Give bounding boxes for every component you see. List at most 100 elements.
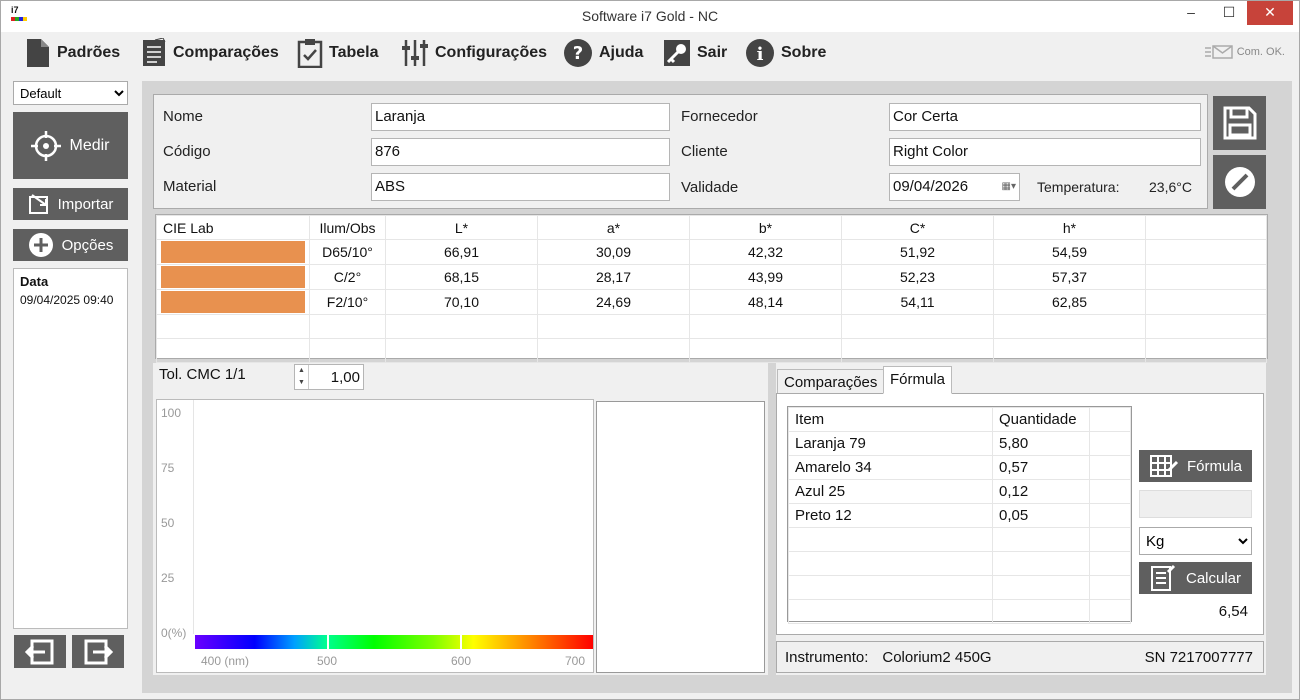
instrument-label: Instrumento: bbox=[785, 648, 869, 666]
toolbar-padroes[interactable]: Padrões bbox=[25, 38, 120, 68]
key-icon bbox=[664, 40, 690, 66]
y-axis-line bbox=[193, 400, 194, 634]
tab-formula[interactable]: Fórmula bbox=[883, 366, 953, 394]
toolbar-padroes-label: Padrões bbox=[57, 44, 121, 61]
previous-button[interactable] bbox=[14, 635, 66, 668]
options-button[interactable]: Opções bbox=[13, 229, 128, 261]
table-cell: 54,59 bbox=[993, 239, 1146, 265]
y-tick: 75 bbox=[161, 461, 175, 475]
instrument-name: Colorium2 450G bbox=[882, 648, 992, 666]
options-label: Opções bbox=[61, 236, 114, 254]
app-window: i7 Software i7 Gold - NC – ☐ ✕ Padrões C… bbox=[0, 0, 1300, 700]
envelope-icon bbox=[1204, 45, 1233, 59]
svg-text:?: ? bbox=[573, 43, 583, 64]
table-cell: 51,92 bbox=[841, 239, 994, 265]
formula-button-label: Fórmula bbox=[1186, 457, 1242, 475]
table-row-empty bbox=[788, 527, 1131, 552]
table-cell: 42,32 bbox=[689, 239, 842, 265]
spectrum-panel: Tol. CMC 1/1 ▲ ▼ 1,00 100 75 50 25 0(%) 4… bbox=[153, 363, 768, 675]
help-icon: ? bbox=[564, 39, 592, 67]
toolbar-configuracoes-label: Configurações bbox=[435, 44, 548, 61]
formula-tab-panel: Item Quantidade Laranja 79 5,80 Amarelo 34… bbox=[776, 393, 1264, 635]
measurement-list-item[interactable]: 09/04/2025 09:40 bbox=[20, 293, 121, 307]
table-row[interactable]: Amarelo 34 0,57 bbox=[788, 455, 1131, 480]
checklist-icon bbox=[143, 38, 166, 66]
arrow-right-icon bbox=[84, 639, 114, 664]
table-row[interactable]: D65/10° 66,91 30,09 42,32 51,92 54,59 bbox=[156, 239, 1267, 265]
table-row[interactable]: F2/10° 70,10 24,69 48,14 54,11 62,85 bbox=[156, 289, 1267, 315]
toolbar-sobre-label: Sobre bbox=[781, 44, 827, 61]
import-button[interactable]: Importar bbox=[13, 188, 128, 220]
table-cell: D65/10° bbox=[309, 239, 386, 265]
calendar-icon[interactable]: ▦▾ bbox=[1002, 178, 1016, 196]
maximize-button[interactable]: ☐ bbox=[1213, 1, 1245, 25]
table-cell: 68,15 bbox=[385, 264, 538, 290]
lab-header: C* bbox=[841, 215, 994, 240]
measurement-list: Data 09/04/2025 09:40 bbox=[13, 268, 128, 629]
toolbar-configuracoes[interactable]: Configurações bbox=[401, 38, 547, 68]
formula-item: Azul 25 bbox=[788, 479, 993, 504]
formula-item: Preto 12 bbox=[788, 503, 993, 528]
formula-button[interactable]: Fórmula bbox=[1139, 450, 1252, 482]
client-label: Cliente bbox=[681, 143, 728, 160]
formula-result-field[interactable] bbox=[1139, 490, 1252, 518]
temperature-label: Temperatura: bbox=[1037, 179, 1120, 195]
close-button[interactable]: ✕ bbox=[1247, 1, 1293, 25]
tolerance-value: 1,00 bbox=[330, 368, 360, 386]
toolbar-tabela[interactable]: Tabela bbox=[297, 38, 379, 68]
import-icon bbox=[28, 194, 48, 214]
toolbar-sobre[interactable]: i Sobre bbox=[745, 38, 826, 68]
next-button[interactable] bbox=[72, 635, 124, 668]
toolbar-comparacoes[interactable]: Comparações bbox=[141, 38, 279, 68]
x-tick: 500 bbox=[317, 654, 338, 668]
validity-value: 09/04/2026 bbox=[893, 178, 969, 195]
measurement-list-header: Data bbox=[20, 274, 49, 289]
table-cell: 52,23 bbox=[841, 264, 994, 290]
toolbar-sair[interactable]: Sair bbox=[663, 38, 727, 68]
formula-qty: 5,80 bbox=[992, 431, 1090, 456]
toolbar-ajuda[interactable]: ? Ajuda bbox=[563, 38, 643, 68]
table-row-empty bbox=[156, 338, 1267, 363]
connection-status-text: Com. OK. bbox=[1236, 46, 1285, 58]
edit-button[interactable] bbox=[1213, 155, 1266, 209]
table-row[interactable]: C/2° 68,15 28,17 43,99 52,23 57,37 bbox=[156, 264, 1267, 290]
validity-date-picker[interactable]: 09/04/2026 ▦▾ bbox=[889, 173, 1020, 201]
table-row[interactable]: Preto 12 0,05 bbox=[788, 503, 1131, 528]
toolbar-comparacoes-label: Comparações bbox=[173, 44, 279, 61]
measure-label: Medir bbox=[69, 136, 110, 154]
spinner-arrows-icon[interactable]: ▲ ▼ bbox=[295, 365, 309, 389]
calculate-button[interactable]: Calcular bbox=[1139, 562, 1252, 594]
spectrum-bar bbox=[195, 635, 593, 649]
tab-comparacoes[interactable]: Comparações bbox=[777, 369, 885, 395]
supplier-field[interactable]: Cor Certa bbox=[889, 103, 1201, 131]
code-field[interactable]: 876 bbox=[371, 138, 670, 166]
import-label: Importar bbox=[57, 195, 114, 213]
info-icon: i bbox=[746, 39, 774, 67]
table-row[interactable]: Azul 25 0,12 bbox=[788, 479, 1131, 504]
lab-header: b* bbox=[689, 215, 842, 240]
unit-select[interactable]: Kg bbox=[1139, 527, 1252, 555]
measure-button[interactable]: Medir bbox=[13, 112, 128, 179]
grid-edit-icon bbox=[1149, 455, 1179, 477]
formula-item: Laranja 79 bbox=[788, 431, 993, 456]
name-field[interactable]: Laranja bbox=[371, 103, 670, 131]
table-row[interactable]: Laranja 79 5,80 bbox=[788, 431, 1131, 456]
instrument-serial: SN 7217007777 bbox=[1144, 648, 1253, 666]
save-button[interactable] bbox=[1213, 96, 1266, 150]
table-cell: 62,85 bbox=[993, 289, 1146, 315]
document-icon bbox=[27, 39, 49, 67]
minimize-button[interactable]: – bbox=[1175, 1, 1207, 25]
lab-header: h* bbox=[993, 215, 1146, 240]
client-field[interactable]: Right Color bbox=[889, 138, 1201, 166]
connection-status: Com. OK. bbox=[1204, 45, 1285, 59]
tolerance-spinner[interactable]: ▲ ▼ 1,00 bbox=[294, 364, 364, 390]
calculate-button-label: Calcular bbox=[1185, 569, 1242, 587]
table-cell: 70,10 bbox=[385, 289, 538, 315]
table-cell: 24,69 bbox=[537, 289, 690, 315]
main-content: Nome Laranja Código 876 Material ABS For… bbox=[142, 81, 1292, 693]
formula-qty: 0,12 bbox=[992, 479, 1090, 504]
profile-select[interactable]: Default bbox=[13, 81, 128, 105]
crosshair-icon bbox=[31, 130, 62, 161]
material-field[interactable]: ABS bbox=[371, 173, 670, 201]
formula-total: 6,54 bbox=[1218, 603, 1248, 620]
